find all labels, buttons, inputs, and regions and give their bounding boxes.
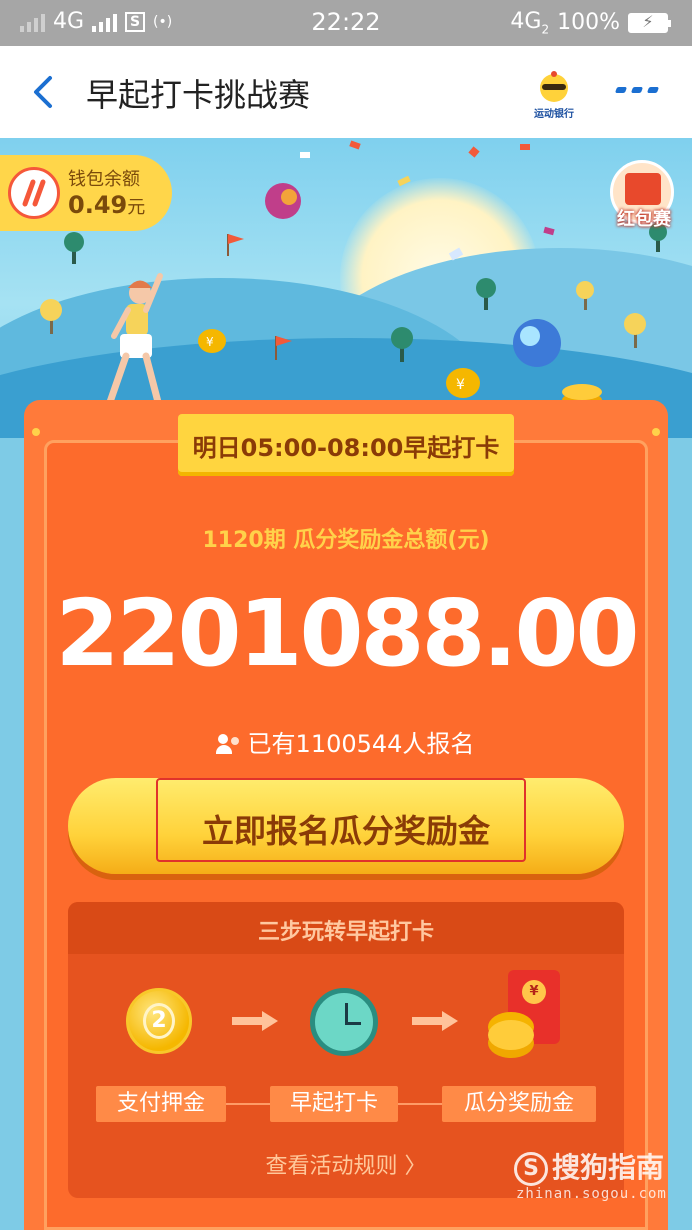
alarm-clock-icon bbox=[310, 988, 378, 1056]
period-label: 1120期 瓜分奖励金总额(元) bbox=[202, 528, 490, 553]
wallet-logo-icon bbox=[8, 167, 60, 219]
step-morning-checkin: 早起打卡 bbox=[270, 1086, 398, 1122]
back-button[interactable] bbox=[28, 74, 60, 110]
sogou-watermark: S 搜狗指南 bbox=[514, 1146, 664, 1186]
sogou-logo-icon: S bbox=[514, 1152, 548, 1186]
checkin-time-badge: 明日05:00-08:00早起打卡 bbox=[178, 414, 514, 476]
network-type-right: 4G2 bbox=[510, 9, 550, 37]
arrow-right-icon bbox=[232, 1011, 278, 1031]
step-share-reward: 瓜分奖励金 bbox=[442, 1086, 596, 1122]
sports-bank-icon bbox=[540, 71, 568, 102]
wallet-balance[interactable]: 钱包余额 0.49元 bbox=[0, 155, 172, 231]
users-icon bbox=[215, 734, 244, 754]
signup-highlight-box bbox=[156, 778, 526, 862]
step-pay-deposit: 支付押金 bbox=[96, 1086, 226, 1122]
watermark-url: zhinan.sogou.com bbox=[516, 1186, 667, 1202]
more-button[interactable] bbox=[614, 87, 660, 93]
coin-number: 2 bbox=[143, 1003, 175, 1039]
more-dot-icon bbox=[630, 87, 644, 93]
arrow-right-icon bbox=[412, 1011, 458, 1031]
nav-bar: 早起打卡挑战赛 运动银行 bbox=[0, 46, 692, 138]
steps-header: 三步玩转早起打卡 bbox=[68, 902, 624, 954]
battery-icon: ⚡ bbox=[628, 12, 671, 33]
deposit-coin-icon: 2 bbox=[126, 988, 192, 1054]
signup-count-text: 已有1100544人报名 bbox=[247, 730, 475, 758]
prize-pool-amount: 2201088.00 bbox=[55, 580, 639, 687]
yuan-symbol: ¥ bbox=[522, 980, 546, 1004]
battery-percent: 100% bbox=[557, 10, 620, 36]
wallet-unit: 元 bbox=[127, 197, 146, 218]
svg-text:¥: ¥ bbox=[456, 377, 465, 393]
sports-bank-logo[interactable]: 运动银行 bbox=[528, 68, 580, 120]
signup-count: 已有1100544人报名 bbox=[0, 724, 692, 759]
checkin-time-text: 明日05:00-08:00早起打卡 bbox=[192, 434, 500, 462]
page-title: 早起打卡挑战赛 bbox=[86, 76, 311, 114]
red-packet-icon bbox=[625, 173, 661, 205]
wallet-value: 0.49元 bbox=[68, 191, 146, 219]
status-bar: 4G S (•) 22:22 4G2 100% ⚡ bbox=[0, 0, 692, 46]
redpack-contest-label[interactable]: 红包赛 bbox=[604, 205, 684, 231]
watermark-brand: 搜狗指南 bbox=[552, 1151, 665, 1184]
more-dot-icon bbox=[614, 87, 628, 93]
more-dot-icon bbox=[646, 87, 660, 93]
logo-text: 运动银行 bbox=[534, 109, 574, 120]
svg-text:¥: ¥ bbox=[206, 335, 214, 349]
wallet-label: 钱包余额 bbox=[68, 169, 140, 190]
steps-title: 三步玩转早起打卡 bbox=[257, 920, 434, 945]
coins-stack-icon bbox=[488, 1020, 534, 1050]
status-right: 4G2 100% ⚡ bbox=[510, 9, 671, 37]
chevron-left-icon bbox=[34, 76, 52, 108]
